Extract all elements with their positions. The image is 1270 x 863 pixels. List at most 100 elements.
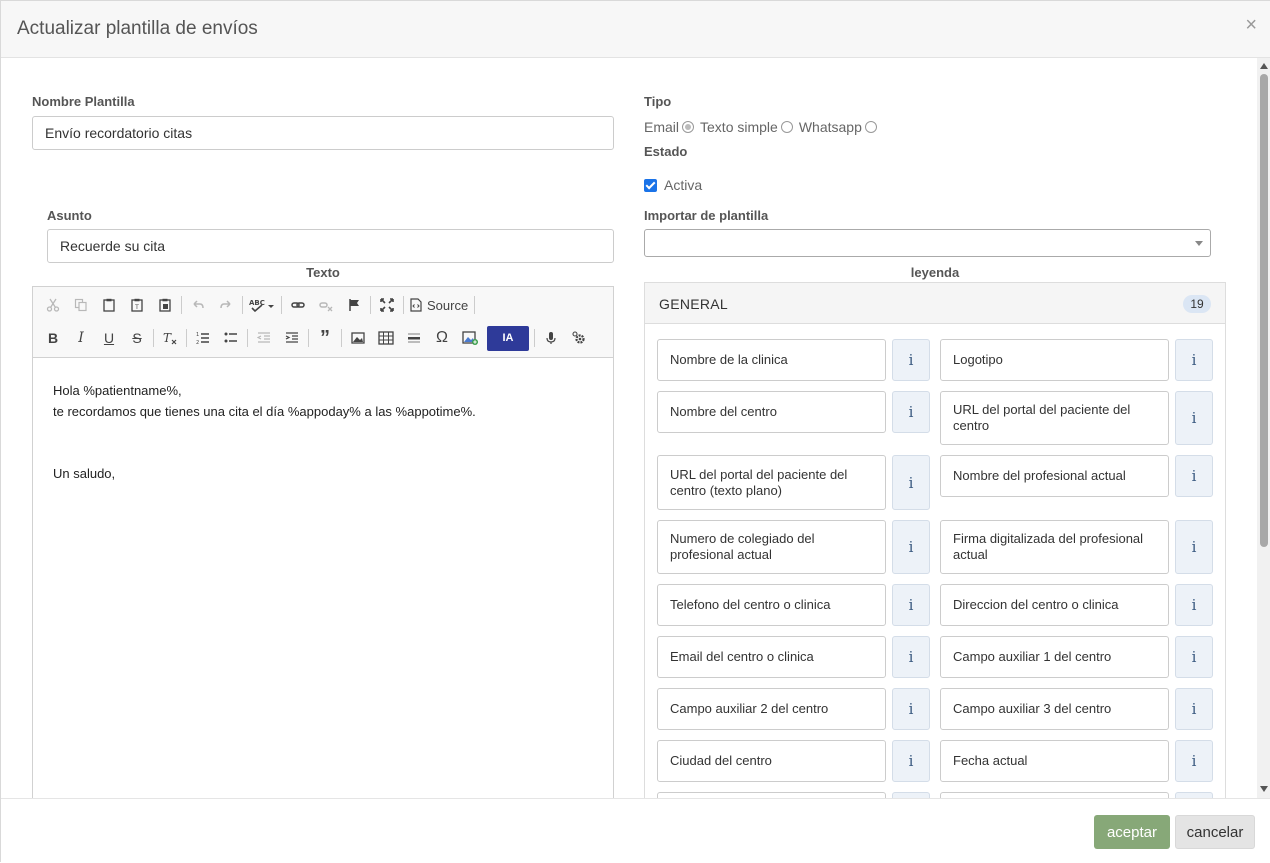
- info-icon[interactable]: i: [1175, 636, 1213, 678]
- scroll-down-icon[interactable]: [1260, 786, 1268, 792]
- legend-item[interactable]: URL del portal del paciente del centro (…: [657, 455, 886, 510]
- tipo-radio-group: Email Texto simple Whatsapp: [644, 119, 883, 135]
- legend-item[interactable]: Campo auxiliar 1 del centro: [940, 636, 1169, 678]
- cancel-button[interactable]: cancelar: [1175, 815, 1255, 849]
- radio-label-whatsapp: Whatsapp: [798, 119, 862, 135]
- info-icon[interactable]: i: [892, 688, 930, 730]
- italic-icon[interactable]: I: [67, 326, 95, 350]
- info-icon[interactable]: i: [1175, 520, 1213, 574]
- legend-item[interactable]: Campo auxiliar 2 del centro: [657, 688, 886, 730]
- editor-line: te recordamos que tienes una cita el día…: [53, 404, 476, 419]
- info-icon[interactable]: i: [1175, 688, 1213, 730]
- importar-select[interactable]: [644, 229, 1211, 257]
- legend-item[interactable]: Firma digitalizada del profesional actua…: [940, 520, 1169, 574]
- indent-icon[interactable]: [278, 326, 306, 350]
- accept-button[interactable]: aceptar: [1094, 815, 1170, 849]
- remove-format-icon[interactable]: T: [156, 326, 184, 350]
- radio-email[interactable]: [682, 121, 695, 133]
- underline-icon[interactable]: U: [95, 326, 123, 350]
- info-icon[interactable]: i: [892, 584, 930, 626]
- scrollbar-thumb[interactable]: [1260, 74, 1268, 547]
- table-icon[interactable]: [372, 326, 400, 350]
- settings-gear-icon[interactable]: [565, 326, 593, 350]
- info-icon[interactable]: i: [892, 740, 930, 782]
- numbered-list-icon[interactable]: 12: [189, 326, 217, 350]
- paste-text-icon[interactable]: T: [123, 293, 151, 317]
- legend-item[interactable]: Direccion del centro o clinica: [940, 584, 1169, 626]
- microphone-icon[interactable]: [537, 326, 565, 350]
- toolbar-separator: [308, 329, 309, 347]
- editor-line: Hola %patientname%,: [53, 383, 182, 398]
- legend-item[interactable]: Campo auxiliar 3 del centro: [940, 688, 1169, 730]
- scroll-up-icon[interactable]: [1260, 63, 1268, 69]
- editor-toolbar: T ABC Source B I U S T 1 2 ” Ω IA: [33, 287, 613, 358]
- info-icon[interactable]: i: [892, 391, 930, 433]
- copy-icon[interactable]: [67, 293, 95, 317]
- info-icon[interactable]: i: [1175, 584, 1213, 626]
- modal-body: Nombre Plantilla Envío recordatorio cita…: [1, 58, 1257, 798]
- info-icon[interactable]: i: [892, 339, 930, 381]
- radio-label-texto: Texto simple: [700, 119, 778, 135]
- toolbar-separator: [186, 329, 187, 347]
- toolbar-separator: [370, 296, 371, 314]
- bullet-list-icon[interactable]: [217, 326, 245, 350]
- close-icon[interactable]: ×: [1245, 15, 1257, 35]
- spellcheck-icon[interactable]: ABC: [245, 293, 279, 317]
- svg-text:1: 1: [196, 332, 199, 338]
- special-char-icon[interactable]: Ω: [428, 326, 456, 350]
- legend-item[interactable]: Fecha actual: [940, 740, 1169, 782]
- radio-texto-simple[interactable]: [780, 121, 793, 133]
- blockquote-icon[interactable]: ”: [311, 326, 339, 350]
- undo-icon[interactable]: [184, 293, 212, 317]
- legend-title: GENERAL: [659, 296, 729, 312]
- source-label: Source: [427, 297, 469, 313]
- legend-item[interactable]: Ciudad del centro: [657, 740, 886, 782]
- legend-item[interactable]: Nombre del profesional actual: [940, 455, 1169, 497]
- info-icon[interactable]: i: [892, 455, 930, 510]
- legend-item[interactable]: Logotipo: [940, 339, 1169, 381]
- activa-checkbox[interactable]: [644, 178, 657, 192]
- toolbar-separator: [474, 296, 476, 314]
- nombre-label: Nombre Plantilla: [32, 94, 135, 109]
- outdent-icon[interactable]: [250, 326, 278, 350]
- info-icon[interactable]: i: [892, 520, 930, 574]
- asunto-label: Asunto: [47, 208, 92, 223]
- editor-content[interactable]: Hola %patientname%, te recordamos que ti…: [53, 380, 476, 484]
- link-icon[interactable]: [284, 293, 312, 317]
- cut-icon[interactable]: [39, 293, 67, 317]
- legend-item[interactable]: Email del centro o clinica: [657, 636, 886, 678]
- info-icon[interactable]: i: [1175, 339, 1213, 381]
- image-icon[interactable]: [344, 326, 372, 350]
- modal-dialog: Actualizar plantilla de envíos × Nombre …: [0, 0, 1270, 863]
- redo-icon[interactable]: [212, 293, 240, 317]
- radio-whatsapp[interactable]: [864, 121, 877, 133]
- info-icon[interactable]: i: [892, 636, 930, 678]
- scrollbar[interactable]: [1257, 58, 1270, 798]
- maximize-icon[interactable]: [373, 293, 401, 317]
- paste-icon[interactable]: [95, 293, 123, 317]
- strikethrough-icon[interactable]: S: [123, 326, 151, 350]
- image-upload-icon[interactable]: [456, 326, 484, 350]
- paste-word-icon[interactable]: [151, 293, 179, 317]
- info-icon[interactable]: i: [1175, 455, 1213, 497]
- legend-item[interactable]: Numero de colegiado del profesional actu…: [657, 520, 886, 574]
- source-icon: [410, 298, 422, 312]
- legend-item[interactable]: Nombre del centro: [657, 391, 886, 433]
- ia-button[interactable]: IA: [487, 325, 529, 351]
- asunto-input[interactable]: Recuerde su cita: [47, 229, 614, 263]
- bold-icon[interactable]: B: [39, 326, 67, 350]
- legend-header[interactable]: GENERAL 19: [645, 283, 1225, 324]
- source-button[interactable]: Source: [406, 293, 472, 317]
- nombre-input[interactable]: Envío recordatorio citas: [32, 116, 614, 150]
- anchor-flag-icon[interactable]: [340, 293, 368, 317]
- horizontal-rule-icon[interactable]: [400, 326, 428, 350]
- info-icon[interactable]: i: [1175, 740, 1213, 782]
- legend-item[interactable]: Nombre de la clinica: [657, 339, 886, 381]
- count-badge: 19: [1183, 295, 1211, 313]
- legend-item[interactable]: URL del portal del paciente del centro: [940, 391, 1169, 445]
- unlink-icon[interactable]: [312, 293, 340, 317]
- estado-label: Estado: [644, 144, 688, 159]
- legend-item[interactable]: Telefono del centro o clinica: [657, 584, 886, 626]
- info-icon[interactable]: i: [1175, 391, 1213, 445]
